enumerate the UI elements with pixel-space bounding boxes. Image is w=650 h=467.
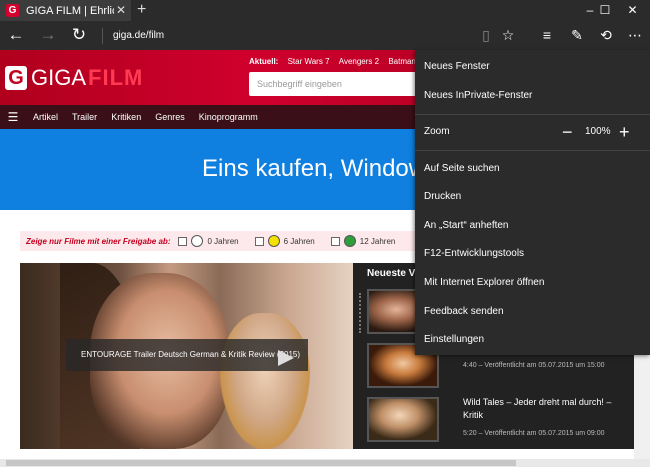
video-meta: 5:20 – Veröffentlicht am 05.07.2015 um 0… — [463, 430, 605, 437]
more-actions-icon[interactable]: ⋯ — [624, 25, 646, 47]
giga-film-logo[interactable]: G GIGA FILM — [5, 65, 143, 91]
nav-item-genres[interactable]: Genres — [148, 112, 192, 122]
zoom-in-icon[interactable]: + — [619, 118, 630, 146]
nav-item-trailer[interactable]: Trailer — [65, 112, 104, 122]
refresh-icon[interactable]: ↻ — [67, 24, 91, 48]
fsk-6-checkbox[interactable] — [254, 236, 264, 246]
drag-handle-icon[interactable] — [359, 293, 363, 333]
filter-label: Zeige nur Filme mit einer Freigabe ab: — [26, 236, 171, 246]
fsk-0-label: 0 Jahren — [207, 236, 239, 246]
web-note-icon[interactable]: ✎ — [566, 25, 588, 47]
horizontal-scroll-thumb[interactable] — [6, 460, 516, 466]
nav-item-kritiken[interactable]: Kritiken — [104, 112, 148, 122]
zoom-out-icon[interactable]: − — [562, 118, 573, 146]
trending-label: Aktuell: — [249, 57, 279, 66]
fsk-12-badge-icon — [343, 235, 356, 247]
maximize-button[interactable]: ☐ — [595, 0, 615, 21]
logo-film-text: FILM — [88, 65, 144, 90]
menu-find-on-page[interactable]: Auf Seite suchen — [415, 155, 650, 183]
logo-giga-text: GIGA — [31, 65, 87, 90]
nav-item-kinoprogramm[interactable]: Kinoprogramm — [192, 112, 265, 122]
menu-send-feedback[interactable]: Feedback senden — [415, 298, 650, 326]
more-actions-menu: Neues Fenster Neues InPrivate-Fenster Zo… — [415, 50, 650, 355]
hub-icon[interactable]: ≡ — [536, 25, 558, 47]
fsk-0-badge-icon — [191, 235, 204, 247]
logo-g-icon: G — [5, 66, 27, 90]
fsk-6-badge-icon — [267, 235, 280, 247]
nav-item-artikel[interactable]: Artikel — [26, 112, 65, 122]
trending-link[interactable]: Star Wars 7 — [288, 57, 330, 66]
video-title: Wild Tales – Jeder dreht mal durch! – Kr… — [463, 397, 612, 420]
featured-video[interactable]: ENTOURAGE Trailer Deutsch German & Kriti… — [20, 263, 353, 449]
share-icon[interactable]: ⟲ — [595, 25, 617, 47]
play-icon[interactable] — [278, 350, 294, 366]
fsk-0-checkbox[interactable] — [178, 236, 188, 246]
menu-new-window[interactable]: Neues Fenster — [415, 53, 650, 81]
video-list-item[interactable]: Wild Tales – Jeder dreht mal durch! – Kr… — [367, 397, 627, 447]
ad-banner-text: Eins kaufen, Windows — [202, 155, 439, 182]
age-rating-filter: Zeige nur Filme mit einer Freigabe ab: 0… — [20, 231, 430, 251]
menu-f12-dev-tools[interactable]: F12-Entwicklungstools — [415, 240, 650, 268]
zoom-level: 100% — [585, 126, 611, 137]
video-thumbnail — [367, 397, 439, 442]
featured-video-caption: ENTOURAGE Trailer Deutsch German & Kriti… — [66, 339, 308, 371]
new-tab-icon[interactable]: + — [137, 1, 146, 19]
menu-settings[interactable]: Einstellungen — [415, 326, 650, 354]
address-bar: ← → ↻ giga.de/film ▯ ☆ ≡ ✎ ⟲ ⋯ — [0, 21, 650, 50]
fsk-6-label: 6 Jahren — [283, 236, 315, 246]
close-window-button[interactable]: ✕ — [615, 0, 650, 21]
back-icon[interactable]: ← — [4, 24, 28, 48]
menu-separator — [415, 150, 650, 151]
menu-zoom-row: Zoom − 100% + — [415, 118, 650, 146]
menu-new-inprivate-window[interactable]: Neues InPrivate-Fenster — [415, 82, 650, 110]
site-search-input[interactable]: Suchbegriff eingeben — [249, 72, 419, 96]
trending-link[interactable]: Avengers 2 — [339, 57, 379, 66]
tab-title: GIGA FILM | Ehrlich, leid — [26, 4, 114, 17]
forward-icon[interactable]: → — [36, 24, 60, 48]
hamburger-menu-icon[interactable]: ☰ — [0, 110, 26, 124]
tab-bar: G GIGA FILM | Ehrlich, leid ✕ + – ☐ ✕ — [0, 0, 650, 21]
video-thumbnail-person — [220, 313, 310, 449]
menu-open-with-ie[interactable]: Mit Internet Explorer öffnen — [415, 269, 650, 297]
menu-pin-to-start[interactable]: An „Start“ anheften — [415, 212, 650, 240]
fsk-12-label: 12 Jahren — [359, 236, 396, 246]
url-field[interactable]: giga.de/film — [113, 30, 164, 41]
tab-close-icon[interactable]: ✕ — [116, 3, 126, 17]
video-meta: 4:40 – Veröffentlicht am 05.07.2015 um 1… — [463, 362, 605, 369]
favorite-star-icon[interactable]: ☆ — [497, 25, 519, 47]
menu-zoom-label: Zoom — [424, 126, 450, 137]
browser-tab[interactable]: G GIGA FILM | Ehrlich, leid ✕ — [0, 0, 131, 21]
menu-separator — [415, 114, 650, 115]
newest-videos-heading: Neueste Vi — [367, 268, 418, 279]
menu-print[interactable]: Drucken — [415, 183, 650, 211]
reading-view-icon[interactable]: ▯ — [475, 25, 497, 47]
address-separator — [102, 28, 103, 44]
fsk-12-checkbox[interactable] — [330, 236, 340, 246]
giga-favicon-icon: G — [6, 4, 19, 17]
